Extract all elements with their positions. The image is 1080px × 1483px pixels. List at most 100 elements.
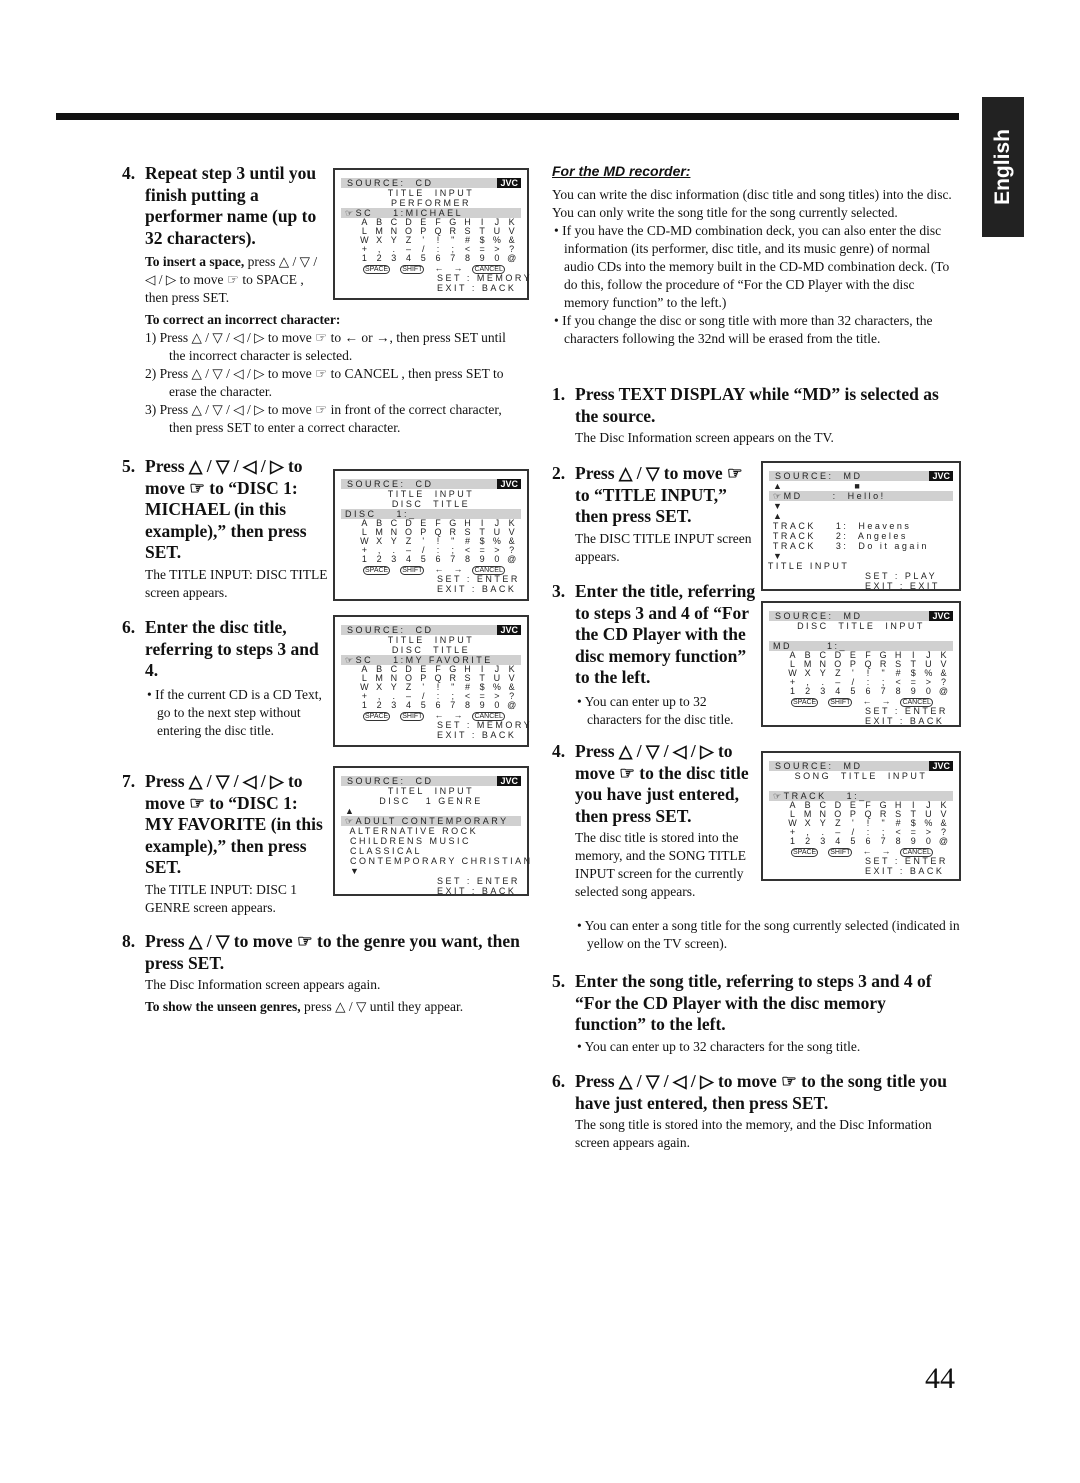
screen-footer-option: EXIT : BACK [437, 283, 517, 293]
screen-source: SOURCE: CD JVC [341, 625, 521, 635]
screen-selected-line: ☞SC 1:MICHAEL [341, 208, 521, 218]
jvc-logo: JVC [929, 471, 953, 481]
keyboard-char: 7 [880, 836, 886, 846]
left-arrow-key: ← [434, 710, 444, 720]
keyboard-char: 1 [790, 686, 796, 696]
left-arrow-key: ← [434, 263, 444, 273]
screen-line: ▼ [335, 866, 362, 876]
screen-line: TITLE INPUT [763, 561, 850, 571]
jvc-logo: JVC [497, 479, 521, 489]
keyboard-char: 8 [895, 836, 901, 846]
keyboard-char: 4 [835, 836, 841, 846]
right-step-2: 2. Press △ / ▽ to move ☞ to “TITLE INPUT,… [552, 463, 752, 564]
keyboard-char: 1 [361, 253, 367, 263]
left-arrow-key: ← [434, 564, 444, 574]
screen-footer-option: SET : MEMORY [437, 273, 533, 283]
screen-line: ▲ ■ [763, 481, 863, 491]
keyboard-function-keys: SPACE SHIFT ← → CANCEL [335, 710, 527, 721]
screen-footer-option: EXIT : BACK [865, 716, 945, 726]
keyboard-char: @ [507, 253, 517, 263]
keyboard-function-keys: SPACE SHIFT ← → CANCEL [763, 846, 959, 857]
keyboard-char: 0 [925, 836, 931, 846]
screen-footer-option: EXIT : BACK [437, 584, 517, 594]
screen-footer-option: SET : MEMORY [437, 720, 533, 730]
keyboard-char: 5 [420, 700, 426, 710]
manual-page: English 4. Repeat step 3 until you finish… [0, 0, 1080, 1483]
screen-footer-option: SET : PLAY [865, 571, 938, 581]
jvc-logo: JVC [929, 611, 953, 621]
keyboard-function-keys: SPACE SHIFT ← → CANCEL [763, 696, 959, 707]
keyboard-char: 7 [450, 700, 456, 710]
left-arrow-key: ← [862, 846, 872, 856]
screen-line: TITLE INPUT [387, 188, 475, 198]
screen-source: SOURCE: MD JVC [769, 471, 953, 481]
character-keyboard: A B C D E F G H I J K L M N O P Q R S T U V W X Y Z '! " # $% & +,. – /:;… [357, 218, 519, 263]
left-step-7: 7. Press △ / ▽ / ◁ / ▷ to move ☞ to “DISC… [122, 771, 323, 915]
screen-line [763, 781, 959, 791]
right-step-3: 3. Enter the title, referring to steps 3 … [552, 581, 756, 727]
screen-source: SOURCE: CD JVC [341, 776, 521, 786]
left-step-8: 8. Press △ / ▽ to move ☞ to the genre you… [122, 931, 520, 1014]
screen-line: ▲ [763, 511, 785, 521]
jvc-logo: JVC [497, 776, 521, 786]
screen-footer-option: EXIT : BACK [437, 730, 517, 740]
keyboard-char: 6 [435, 253, 441, 263]
keyboard-char: 4 [835, 686, 841, 696]
keyboard-char: 3 [391, 700, 397, 710]
top-rule [56, 113, 959, 120]
screen-line: TITEL INPUT [387, 786, 475, 796]
right-arrow-key: → [881, 846, 891, 856]
keyboard-function-keys: SPACE SHIFT ← → CANCEL [335, 263, 527, 274]
screen-source: SOURCE: MD JVC [769, 761, 953, 771]
keyboard-char: 3 [391, 554, 397, 564]
tv-screen-genre: SOURCE: CD JVC TITEL INPUT DISC 1 GENRE ▲ ☞A… [333, 766, 530, 896]
keyboard-char: 9 [479, 554, 485, 564]
keyboard-char: @ [938, 836, 949, 846]
tv-screen-md-disc-title-input: SOURCE: MD JVC DISC TITLE INPUT MD 1:_ A B C D E… [761, 601, 961, 727]
keyboard-char: 0 [925, 686, 931, 696]
screen-line: CLASSICAL [335, 846, 423, 856]
keyboard-char: 1 [361, 700, 367, 710]
tv-screen-performer-input: SOURCE: CD JVC TITLE INPUT PERFORMER ☞SC 1:M… [333, 168, 533, 300]
md-recorder-intro: For the MD recorder: You can write the d… [552, 163, 952, 346]
screen-line: CHILDRENS MUSIC [335, 836, 472, 846]
keyboard-char: 3 [820, 836, 826, 846]
right-arrow-key: → [453, 710, 463, 720]
left-step-4: 4. Repeat step 3 until you finish putting… [122, 163, 318, 305]
screen-line: ▼ [763, 501, 785, 511]
screen-footer-option: EXIT : BACK [437, 886, 517, 896]
keyboard-char: 1 [790, 836, 796, 846]
character-keyboard: A B C D E F G H I J K L M N O P Q R S T U V W X Y Z '! " # $% & +,. – /:;… [785, 801, 951, 846]
screen-line: SONG TITLE INPUT [794, 771, 928, 781]
screen-line [763, 631, 959, 641]
keyboard-char: 9 [479, 253, 485, 263]
keyboard-char: 5 [420, 253, 426, 263]
right-step-5: 5. Enter the song title, referring to ste… [552, 971, 932, 1054]
keyboard-char: 6 [865, 836, 871, 846]
character-keyboard: A B C D E F G H I J K L M N O P Q R S T U V W X Y Z '! " # $% & +,. – /:;… [785, 651, 951, 696]
tv-screen-disc-title-input: SOURCE: CD JVC TITLE INPUT DISC TITLE DISC 1… [333, 469, 529, 601]
keyboard-char: 2 [805, 686, 811, 696]
screen-selected-line: ☞MD : Hello! [769, 491, 953, 501]
tv-screen-disc-title-favorite: SOURCE: CD JVC TITLE INPUT DISC TITLE ☞SC 1:… [333, 615, 533, 747]
screen-line: DISC TITLE INPUT [797, 621, 925, 631]
keyboard-char: @ [938, 686, 949, 696]
tv-screen-md-song-title-input: SOURCE: MD JVC SONG TITLE INPUT ☞TRACK 1:_ A… [761, 751, 961, 881]
screen-footer-option: SET : ENTER [865, 706, 948, 716]
screen-selected-line: MD 1:_ [769, 641, 953, 651]
tv-screen-md-disc-info: SOURCE: MD JVC ▲ ■ ☞MD : Hello! ▼ ▲ TRACK … [761, 461, 961, 591]
keyboard-char: 2 [376, 700, 382, 710]
keyboard-char: 1 [361, 554, 367, 564]
keyboard-function-keys: SPACE SHIFT ← → CANCEL [335, 564, 527, 575]
keyboard-char: 2 [376, 253, 382, 263]
keyboard-char: 8 [464, 554, 470, 564]
keyboard-char: @ [507, 554, 517, 564]
jvc-logo: JVC [497, 625, 521, 635]
screen-footer-option: SET : ENTER [437, 574, 520, 584]
jvc-logo: JVC [497, 178, 521, 188]
left-step-5: 5. Press △ / ▽ / ◁ / ▷ to move ☞ to “DISC… [122, 456, 328, 600]
screen-source: SOURCE: CD JVC [341, 479, 521, 489]
right-step-4: 4. Press △ / ▽ / ◁ / ▷ to move ☞ to the d… [552, 741, 749, 899]
correct-character-section: To correct an incorrect character: 1) Pr… [145, 312, 506, 435]
keyboard-char: 3 [820, 686, 826, 696]
